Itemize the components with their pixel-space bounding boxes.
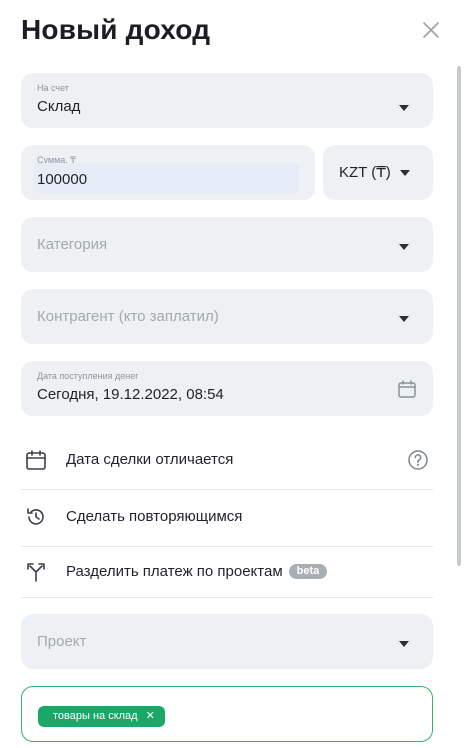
split-label: Разделить платеж по проектам <box>66 563 283 580</box>
chevron-down-icon <box>399 244 409 250</box>
help-icon[interactable] <box>407 449 429 471</box>
calendar-icon <box>25 449 47 471</box>
tag-chip[interactable]: товары на склад ✕ <box>38 706 165 727</box>
account-value: Склад <box>37 98 81 115</box>
date-field[interactable]: Дата поступления денег Сегодня, 19.12.20… <box>21 361 433 416</box>
close-icon[interactable]: ✕ <box>146 710 155 722</box>
page-title: Новый доход <box>21 14 211 45</box>
divider <box>21 489 433 490</box>
recurring-label: Сделать повторяющимся <box>66 508 243 525</box>
project-select[interactable]: Проект <box>21 614 433 669</box>
divider <box>21 546 433 547</box>
recurring-option[interactable]: Сделать повторяющимся <box>21 493 433 543</box>
split-option[interactable]: Разделить платеж по проектам beta <box>21 548 433 598</box>
amount-value: 100000 <box>37 171 88 188</box>
category-select[interactable]: Категория <box>21 217 433 272</box>
date-value: Сегодня, 19.12.2022, 08:54 <box>37 386 224 403</box>
scrollbar-thumb[interactable] <box>457 66 461 566</box>
counterparty-placeholder: Контрагент (кто заплатил) <box>37 308 219 325</box>
currency-value: KZT (₸) <box>339 164 391 181</box>
beta-badge: beta <box>288 564 328 579</box>
calendar-icon[interactable] <box>397 379 417 399</box>
counterparty-select[interactable]: Контрагент (кто заплатил) <box>21 289 433 344</box>
divider <box>21 597 433 598</box>
chevron-down-icon <box>400 170 410 176</box>
tags-input[interactable]: товары на склад ✕ <box>21 686 433 742</box>
currency-select[interactable]: KZT (₸) <box>323 145 433 200</box>
chevron-down-icon <box>399 105 409 111</box>
category-placeholder: Категория <box>37 236 108 253</box>
split-label-wrap: Разделить платеж по проектам beta <box>66 563 328 580</box>
deal-date-label: Дата сделки отличается <box>66 451 234 468</box>
project-placeholder: Проект <box>37 633 87 650</box>
history-icon <box>25 506 47 528</box>
split-icon <box>25 561 47 583</box>
tag-label: товары на склад <box>53 710 138 722</box>
close-icon[interactable] <box>421 20 441 40</box>
date-label: Дата поступления денег <box>37 371 139 381</box>
deal-date-option[interactable]: Дата сделки отличается <box>21 436 433 486</box>
chevron-down-icon <box>399 641 409 647</box>
chevron-down-icon <box>399 316 409 322</box>
account-select[interactable]: На счет Склад <box>21 73 433 128</box>
amount-field[interactable]: Сумма, ₸ 100000 <box>21 145 315 200</box>
account-label: На счет <box>37 83 69 93</box>
